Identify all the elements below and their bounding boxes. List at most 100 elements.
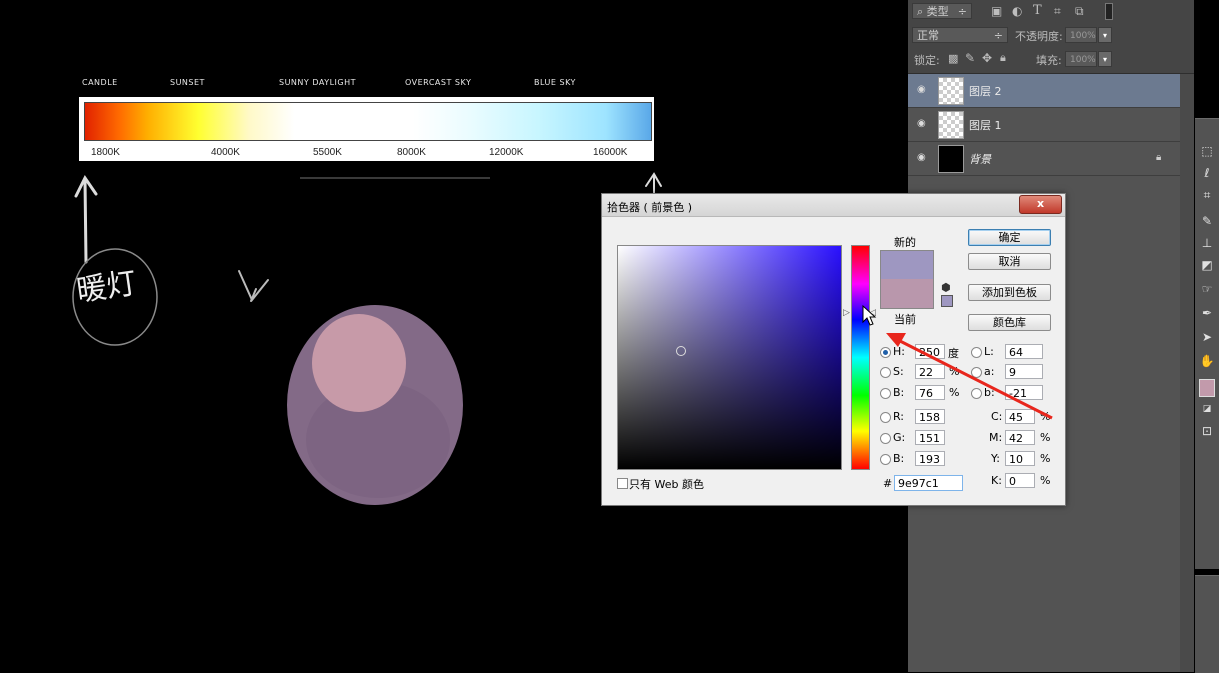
layers-scrollbar[interactable] (1180, 74, 1194, 672)
magenta-label: M: (989, 431, 1003, 444)
opacity-input[interactable]: 100% (1065, 27, 1097, 43)
layer-name: 背景 (969, 153, 991, 166)
saturation-label: S: (893, 365, 904, 378)
down-arrow-sketch (238, 270, 269, 302)
cancel-button[interactable]: 取消 (968, 253, 1051, 270)
add-to-swatches-button[interactable]: 添加到色板 (968, 284, 1051, 301)
filter-kind-label: 类型 (926, 5, 949, 18)
green-input[interactable]: 151 (915, 430, 945, 445)
quick-mask-icon[interactable]: ⊡ (1199, 423, 1215, 439)
saturation-brightness-field[interactable] (617, 245, 842, 470)
brightness-input[interactable]: 76 (915, 385, 945, 400)
lab-l-radio[interactable] (971, 347, 982, 358)
tools-lower-panel (1195, 575, 1219, 673)
marquee-tool-icon[interactable]: ⬚ (1199, 143, 1215, 159)
lab-a-radio[interactable] (971, 367, 982, 378)
hue-slider[interactable] (851, 245, 870, 470)
web-colors-only-checkbox[interactable] (617, 478, 628, 489)
color-picker-dialog: 拾色器 ( 前景色 ) x ▷ ◁ 新的 当前 ⬢ 确定 取消 添加到色板 颜色… (601, 193, 1066, 506)
layer-thumbnail (938, 111, 964, 139)
color-field-cursor[interactable] (676, 346, 686, 356)
foreground-color-swatch[interactable] (1199, 379, 1215, 397)
hue-slider-left-arrow-icon[interactable]: ▷ (843, 308, 850, 318)
layer-row-layer2[interactable]: ◉ 图层 2 (908, 74, 1180, 108)
chevron-updown-icon: ÷ (993, 29, 1003, 42)
filter-row: ⌕ 类型 ÷ ▣ ◐ T ⌗ ⧉ (908, 0, 1194, 24)
saturation-radio[interactable] (880, 367, 891, 378)
lab-b-input[interactable]: -21 (1005, 385, 1043, 400)
ok-button[interactable]: 确定 (968, 229, 1051, 246)
brush-tool-icon[interactable]: ✎ (1199, 213, 1215, 229)
filter-kind-select[interactable]: ⌕ 类型 ÷ (912, 3, 972, 19)
red-radio[interactable] (880, 412, 891, 423)
print-gamut-cube-icon[interactable]: ⬢ (941, 281, 951, 294)
black-input[interactable]: 0 (1005, 473, 1035, 488)
lock-transparent-icon[interactable]: ▩ (948, 52, 958, 65)
swap-colors-icon[interactable]: ◪ (1199, 401, 1215, 417)
new-color-swatch (880, 250, 934, 280)
web-colors-only-label: 只有 Web 颜色 (629, 478, 704, 491)
lab-b-radio[interactable] (971, 388, 982, 399)
hue-input[interactable]: 250 (915, 344, 945, 359)
current-color-swatch[interactable] (880, 279, 934, 309)
magenta-input[interactable]: 42 (1005, 430, 1035, 445)
smudge-tool-icon[interactable]: ☞ (1199, 281, 1215, 297)
red-input[interactable]: 158 (915, 409, 945, 424)
visibility-eye-icon[interactable]: ◉ (917, 153, 929, 163)
lasso-tool-icon[interactable]: ℓ (1199, 165, 1215, 181)
lock-position-icon[interactable]: ✥ (982, 51, 992, 65)
close-button[interactable]: x (1019, 195, 1062, 214)
select-arrow-icon[interactable]: ➤ (1199, 329, 1215, 345)
cyan-label: C: (991, 410, 1003, 423)
eraser-tool-icon[interactable]: ◩ (1199, 257, 1215, 273)
yellow-unit: % (1040, 452, 1051, 465)
brightness-radio[interactable] (880, 388, 891, 399)
hex-input[interactable]: 9e97c1 (894, 475, 963, 491)
layer-row-layer1[interactable]: ◉ 图层 1 (908, 108, 1180, 142)
pen-tool-icon[interactable]: ✒ (1199, 305, 1215, 321)
lock-label: 锁定: (914, 54, 940, 67)
cyan-input[interactable]: 45 (1005, 409, 1035, 424)
red-label: R: (893, 410, 905, 423)
fill-input[interactable]: 100% (1065, 51, 1097, 67)
adjustment-filter-icon[interactable]: ◐ (1012, 4, 1022, 18)
visibility-eye-icon[interactable]: ◉ (917, 119, 929, 129)
hand-tool-icon[interactable]: ✋ (1199, 353, 1215, 369)
blue-radio[interactable] (880, 454, 891, 465)
hue-radio[interactable] (880, 347, 891, 358)
hue-slider-right-arrow-icon[interactable]: ◁ (869, 308, 876, 318)
lock-brush-icon[interactable]: ✎ (965, 51, 975, 65)
layer-lock-icon: 🔒︎ (1156, 152, 1162, 163)
yellow-input[interactable]: 10 (1005, 451, 1035, 466)
crop-tool-icon[interactable]: ⌗ (1199, 187, 1215, 203)
lock-all-icon[interactable]: 🔒︎ (1000, 51, 1006, 65)
filter-toggle-switch[interactable] (1105, 3, 1113, 20)
search-icon: ⌕ (917, 5, 924, 18)
lab-a-input[interactable]: 9 (1005, 364, 1043, 379)
stamp-tool-icon[interactable]: ⊥ (1199, 235, 1215, 251)
fill-dropdown-button[interactable]: ▾ (1098, 51, 1112, 67)
blend-mode-select[interactable]: 正常 ÷ (912, 27, 1008, 43)
layer-name: 图层 1 (969, 119, 1002, 132)
visibility-eye-icon[interactable]: ◉ (917, 85, 929, 95)
lab-l-input[interactable]: 64 (1005, 344, 1043, 359)
web-safe-swatch-icon[interactable] (941, 295, 953, 307)
blue-input[interactable]: 193 (915, 451, 945, 466)
lab-a-label: a: (984, 365, 995, 378)
type-filter-icon[interactable]: T (1033, 3, 1042, 18)
lock-row: 锁定: ▩ ✎ ✥ 🔒︎ 填充: 100% ▾ (908, 48, 1194, 72)
saturation-input[interactable]: 22 (915, 364, 945, 379)
smart-object-filter-icon[interactable]: ⧉ (1075, 4, 1084, 19)
current-color-label: 当前 (894, 313, 916, 326)
opacity-dropdown-button[interactable]: ▾ (1098, 27, 1112, 43)
saturation-unit: % (949, 365, 960, 378)
color-libraries-button[interactable]: 颜色库 (968, 314, 1051, 331)
black-label: K: (991, 474, 1002, 487)
green-radio[interactable] (880, 433, 891, 444)
layer-row-background[interactable]: ◉ 背景 🔒︎ (908, 142, 1180, 176)
hex-label: # (883, 477, 893, 490)
dialog-titlebar[interactable]: 拾色器 ( 前景色 ) x (602, 194, 1065, 217)
image-filter-icon[interactable]: ▣ (991, 4, 1002, 18)
shape-filter-icon[interactable]: ⌗ (1054, 4, 1061, 19)
layer-name: 图层 2 (969, 85, 1002, 98)
